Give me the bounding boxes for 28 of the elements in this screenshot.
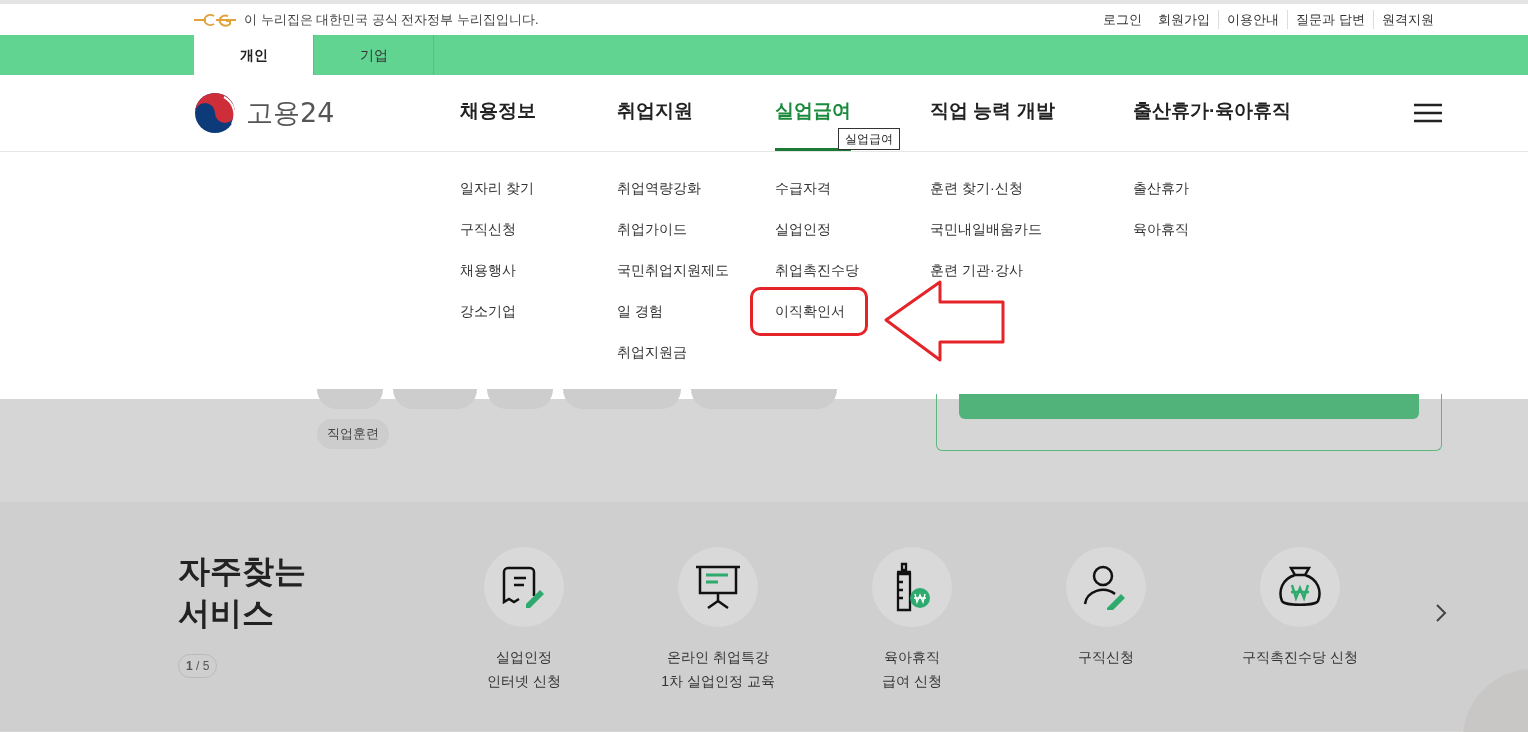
utility-link[interactable]: 로그인 bbox=[1095, 9, 1151, 30]
menu-icon[interactable] bbox=[1414, 103, 1442, 123]
taegeuk-logo-icon bbox=[194, 92, 236, 134]
member-tab[interactable]: 개인 bbox=[194, 35, 314, 75]
logo-text: 고용24 bbox=[246, 95, 335, 130]
service-label[interactable]: 구직신청 bbox=[1078, 645, 1134, 669]
utility-link[interactable]: 회원가입 bbox=[1150, 9, 1219, 30]
tooltip: 실업급여 bbox=[838, 128, 900, 150]
utility-link[interactable]: 원격지원 bbox=[1373, 9, 1442, 30]
keyword-tag[interactable]: 직업훈련 bbox=[317, 419, 389, 449]
presentation-board-icon bbox=[694, 564, 742, 610]
service-label[interactable]: 온라인 취업특강 1차 실업인정 교육 bbox=[661, 645, 775, 693]
service-label[interactable]: 육아휴직 급여 신청 bbox=[882, 645, 942, 693]
logo-mark-icon bbox=[194, 12, 236, 27]
money-bag-icon bbox=[1278, 565, 1322, 609]
document-pen-icon bbox=[502, 564, 546, 610]
main-menu-tab[interactable]: 채용정보 bbox=[460, 75, 536, 151]
utility-link[interactable]: 이용안내 bbox=[1218, 9, 1288, 30]
service-label[interactable]: 실업인정 인터넷 신청 bbox=[487, 645, 561, 693]
main-menu-tab[interactable]: 취업지원 bbox=[617, 75, 693, 151]
notice-text: 이 누리집은 대한민국 공식 전자정부 누리집입니다. bbox=[244, 10, 539, 29]
main-menu-tab[interactable]: 직업 능력 개발 bbox=[930, 75, 1055, 151]
chevron-right-icon[interactable] bbox=[1435, 603, 1447, 623]
main-menu-tab[interactable]: 출산휴가·육아휴직 bbox=[1133, 75, 1292, 151]
service-label[interactable]: 구직촉진수당 신청 bbox=[1242, 645, 1358, 669]
section-title: 자주찾는 서비스 bbox=[178, 552, 307, 633]
utility-link[interactable]: 질문과 답변 bbox=[1287, 9, 1373, 30]
submenu-link[interactable]: 이직확인서 bbox=[750, 287, 868, 336]
